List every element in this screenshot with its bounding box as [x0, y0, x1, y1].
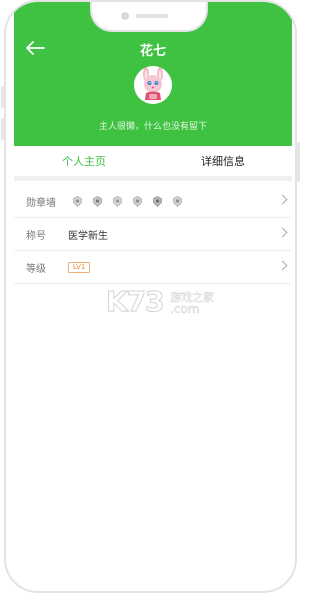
k73-watermark: K73 游戏之家 .com [106, 285, 246, 325]
badge-icon [113, 196, 122, 207]
watermark-domain: .com [170, 302, 200, 317]
badge-wall-row[interactable]: 勋章墙 [14, 185, 292, 218]
avatar-bunny [134, 66, 172, 104]
chevron-right-icon [277, 227, 288, 238]
level-badge: LV1 [68, 262, 91, 273]
watermark-brand: K73 [106, 285, 166, 319]
phone-frame: 花七 主人很懒，什么也没有留下 个人主页 详细信息 勋章墙 称号 医学新生 等级… [4, 0, 297, 593]
phone-notch [90, 2, 208, 32]
watermark-site-name: 游戏之家 [170, 291, 214, 304]
chevron-right-icon [277, 260, 288, 271]
phone-side-button-right [297, 142, 300, 182]
avatar[interactable] [134, 66, 172, 104]
title-label: 称号 [26, 231, 46, 242]
level-row[interactable]: 等级 LV1 [14, 251, 292, 284]
tab-details[interactable]: 详细信息 [201, 153, 245, 169]
page-title: 花七 [139, 44, 166, 59]
speaker-grille [136, 14, 168, 18]
section-divider [14, 176, 292, 181]
tab-bar: 个人主页 详细信息 [14, 146, 292, 176]
badge-wall-label: 勋章墙 [26, 198, 56, 209]
badge-icon [153, 196, 162, 207]
tab-profile-home[interactable]: 个人主页 [62, 153, 106, 169]
profile-motto: 主人很懒，什么也没有留下 [98, 122, 207, 132]
badge-icon [73, 196, 82, 207]
chevron-right-icon [277, 194, 288, 205]
app-screen: 花七 主人很懒，什么也没有留下 个人主页 详细信息 勋章墙 称号 医学新生 等级… [14, 2, 292, 566]
title-row[interactable]: 称号 医学新生 [14, 218, 292, 251]
badge-icon [93, 196, 102, 207]
title-value: 医学新生 [68, 231, 108, 242]
camera-dot [121, 12, 129, 20]
badge-icon [133, 196, 142, 207]
badge-icon [173, 196, 182, 207]
level-label: 等级 [26, 264, 46, 275]
